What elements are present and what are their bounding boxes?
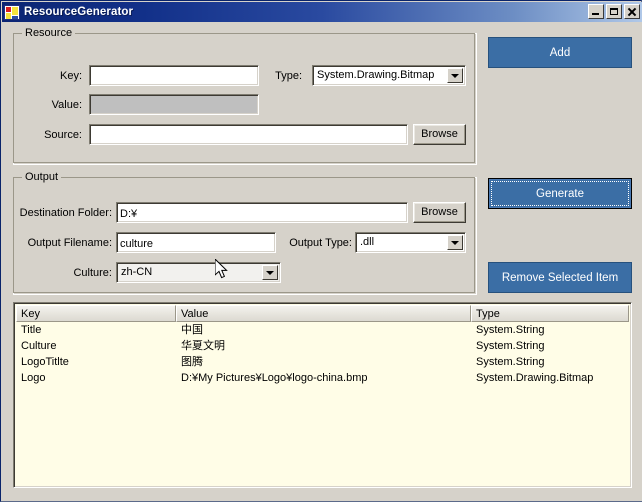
type-combobox-value: System.Drawing.Bitmap (317, 69, 435, 81)
chevron-down-icon[interactable] (447, 235, 463, 250)
window-controls (588, 4, 640, 19)
generate-button-label: Generate (536, 187, 584, 200)
listview-header: Key Value Type (16, 305, 629, 322)
resources-listview[interactable]: Key Value Type Title 中国 System.String Cu… (13, 302, 632, 488)
cell-value: 中国 (181, 324, 203, 336)
output-type-combobox-value: .dll (360, 236, 375, 248)
maximize-button[interactable] (606, 4, 622, 19)
output-groupbox-title: Output (22, 171, 62, 183)
type-label: Type: (275, 70, 302, 82)
title-bar[interactable]: ResourceGenerator (2, 2, 642, 22)
application-window: ResourceGenerator Resource Key: Type: Sy… (0, 0, 642, 502)
generate-button[interactable]: Generate (488, 178, 632, 209)
table-row[interactable]: LogoTitlte 图腾 System.String (16, 354, 629, 370)
cell-key: LogoTitlte (21, 356, 69, 368)
column-header-key[interactable]: Key (16, 305, 176, 322)
source-label: Source: (44, 129, 82, 141)
add-button[interactable]: Add (488, 37, 632, 68)
cell-key: Logo (21, 372, 46, 384)
chevron-down-icon[interactable] (262, 265, 278, 280)
value-input[interactable] (89, 94, 259, 115)
cell-type: System.String (476, 340, 545, 352)
chevron-down-icon[interactable] (447, 68, 463, 83)
table-row[interactable]: Title 中国 System.String (16, 322, 629, 338)
output-groupbox: Output Destination Folder: Browse Output… (13, 171, 477, 295)
close-button[interactable] (624, 4, 640, 19)
value-label: Value: (51, 99, 82, 111)
key-label: Key: (59, 70, 82, 82)
window-title: ResourceGenerator (24, 6, 134, 18)
destination-folder-label: Destination Folder: (19, 207, 112, 219)
source-input[interactable] (89, 124, 408, 145)
output-filename-input[interactable] (116, 232, 276, 253)
minimize-button[interactable] (588, 4, 604, 19)
cell-key: Title (21, 324, 42, 336)
output-filename-label: Output Filename: (27, 237, 112, 249)
destination-folder-input[interactable] (116, 202, 408, 223)
culture-label: Culture: (73, 267, 112, 279)
client-area: Resource Key: Type: System.Drawing.Bitma… (2, 22, 642, 501)
table-row[interactable]: Culture 华夏文明 System.String (16, 338, 629, 354)
culture-combobox[interactable]: zh-CN (116, 262, 281, 283)
output-type-combobox[interactable]: .dll (355, 232, 466, 253)
cell-value: D:¥My Pictures¥Logo¥logo-china.bmp (181, 372, 368, 384)
resource-groupbox-title: Resource (22, 27, 76, 39)
remove-selected-item-button[interactable]: Remove Selected Item (488, 262, 632, 293)
output-type-label: Output Type: (289, 237, 352, 249)
cell-value: 图腾 (181, 356, 203, 368)
table-row[interactable]: Logo D:¥My Pictures¥Logo¥logo-china.bmp … (16, 370, 629, 386)
cell-type: System.String (476, 356, 545, 368)
destination-browse-button[interactable]: Browse (413, 202, 466, 223)
column-header-value[interactable]: Value (176, 305, 471, 322)
resource-groupbox: Resource Key: Type: System.Drawing.Bitma… (13, 27, 477, 165)
listview-body: Title 中国 System.String Culture 华夏文明 Syst… (16, 322, 629, 485)
cell-value: 华夏文明 (181, 340, 225, 352)
column-header-type[interactable]: Type (471, 305, 629, 322)
app-resource-icon (4, 4, 20, 20)
cell-type: System.Drawing.Bitmap (476, 372, 594, 384)
culture-combobox-value: zh-CN (121, 266, 153, 278)
cell-key: Culture (21, 340, 57, 352)
cell-type: System.String (476, 324, 545, 336)
source-browse-button[interactable]: Browse (413, 124, 466, 145)
type-combobox[interactable]: System.Drawing.Bitmap (312, 65, 466, 86)
